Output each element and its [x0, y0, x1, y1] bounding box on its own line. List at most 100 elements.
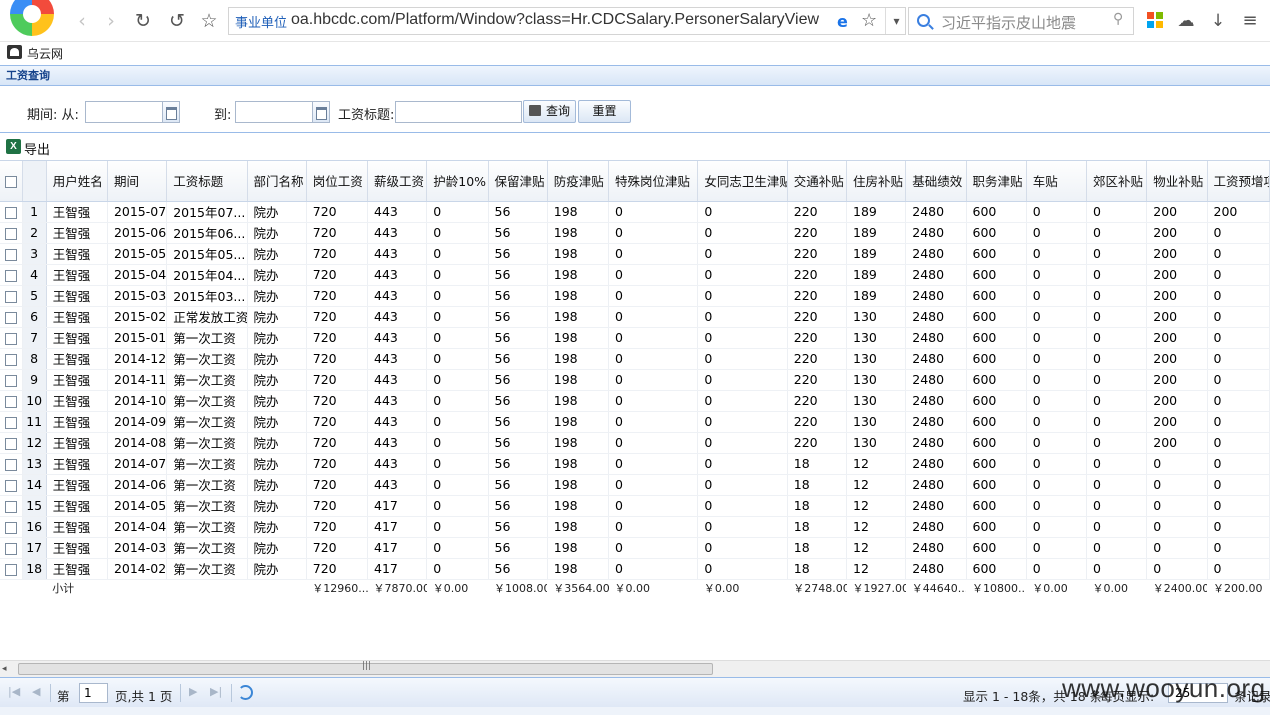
table-cell[interactable]: 王智强	[46, 243, 108, 265]
table-cell[interactable]: 600	[966, 327, 1027, 349]
table-cell[interactable]: 2015年04...	[166, 264, 248, 286]
table-cell[interactable]: 正常发放工资	[166, 306, 248, 328]
table-cell[interactable]: 18	[787, 474, 848, 496]
table-cell[interactable]: 443	[367, 222, 428, 244]
row-checkbox[interactable]	[0, 537, 23, 559]
table-cell[interactable]: 2480	[905, 201, 967, 223]
table-cell[interactable]: 600	[966, 285, 1027, 307]
prev-page-icon[interactable]: ◀	[32, 685, 40, 698]
table-cell[interactable]: 王智强	[46, 390, 108, 412]
table-cell[interactable]: 2480	[905, 243, 967, 265]
table-cell[interactable]: 0	[697, 453, 788, 475]
table-cell[interactable]: 417	[367, 537, 428, 559]
row-checkbox[interactable]	[0, 285, 23, 307]
table-cell[interactable]: 0	[1207, 369, 1270, 391]
column-header[interactable]: 物业补贴	[1146, 161, 1208, 202]
next-page-icon[interactable]: ▶	[189, 685, 197, 698]
table-cell[interactable]: 0	[697, 495, 788, 517]
table-cell[interactable]: 600	[966, 390, 1027, 412]
table-cell[interactable]: 0	[608, 411, 699, 433]
table-cell[interactable]: 0	[697, 201, 788, 223]
table-cell[interactable]: 56	[488, 348, 548, 370]
table-cell[interactable]: 院办	[247, 243, 307, 265]
table-cell[interactable]: 220	[787, 201, 848, 223]
table-cell[interactable]: 2015年06...	[166, 222, 248, 244]
table-cell[interactable]: 院办	[247, 201, 307, 223]
table-cell[interactable]: 0	[1207, 327, 1270, 349]
table-cell[interactable]: 0	[1146, 453, 1208, 475]
table-row[interactable]: 11 王智强 2014-09 第一次工资 院办 720 443 0 56 198 0 0 220 130 2…	[0, 411, 1270, 433]
table-cell[interactable]: 0	[426, 222, 489, 244]
table-cell[interactable]: 720	[306, 264, 369, 286]
table-cell[interactable]: 220	[787, 306, 848, 328]
table-cell[interactable]: 18	[787, 537, 848, 559]
column-header[interactable]: 保留津贴	[488, 161, 548, 202]
table-cell[interactable]: 0	[426, 537, 489, 559]
table-cell[interactable]: 200	[1146, 264, 1208, 286]
table-cell[interactable]: 198	[547, 411, 610, 433]
ie-mode-icon[interactable]: e	[837, 12, 848, 31]
table-cell[interactable]: 130	[846, 306, 907, 328]
undo-icon[interactable]: ↺	[165, 9, 189, 33]
table-cell[interactable]: 12	[846, 474, 907, 496]
table-cell[interactable]: 198	[547, 390, 610, 412]
table-cell[interactable]: 720	[306, 222, 369, 244]
table-cell[interactable]: 2014-04	[107, 516, 168, 538]
table-cell[interactable]: 200	[1146, 411, 1208, 433]
table-cell[interactable]: 0	[1207, 558, 1270, 580]
column-header[interactable]: 薪级工资	[367, 161, 428, 202]
cloud-icon[interactable]: ☁	[1174, 9, 1198, 33]
table-cell[interactable]: 220	[787, 411, 848, 433]
table-cell[interactable]: 院办	[247, 495, 307, 517]
table-cell[interactable]: 56	[488, 516, 548, 538]
download-icon[interactable]: ↓	[1206, 9, 1230, 33]
table-row[interactable]: 12 王智强 2014-08 第一次工资 院办 720 443 0 56 198 0 0 220 130 2…	[0, 432, 1270, 454]
table-cell[interactable]: 443	[367, 243, 428, 265]
checkbox-icon[interactable]	[4, 175, 17, 188]
table-cell[interactable]: 0	[697, 390, 788, 412]
table-cell[interactable]: 院办	[247, 306, 307, 328]
table-cell[interactable]: 2015-02	[107, 306, 168, 328]
table-cell[interactable]: 720	[306, 474, 369, 496]
table-cell[interactable]: 0	[1146, 495, 1208, 517]
row-checkbox[interactable]	[0, 495, 23, 517]
table-cell[interactable]: 2014-08	[107, 432, 168, 454]
table-cell[interactable]: 18	[787, 453, 848, 475]
table-cell[interactable]: 56	[488, 285, 548, 307]
table-cell[interactable]: 院办	[247, 474, 307, 496]
page-number-input[interactable]: 1	[79, 683, 108, 703]
table-cell[interactable]: 0	[608, 327, 699, 349]
table-cell[interactable]: 600	[966, 453, 1027, 475]
table-cell[interactable]: 王智强	[46, 537, 108, 559]
table-row[interactable]: 16 王智强 2014-04 第一次工资 院办 720 417 0 56 198 0 0 18 12 248…	[0, 516, 1270, 538]
table-cell[interactable]: 198	[547, 537, 610, 559]
table-cell[interactable]: 18	[787, 516, 848, 538]
table-cell[interactable]: 0	[608, 369, 699, 391]
table-cell[interactable]: 198	[547, 285, 610, 307]
table-cell[interactable]: 56	[488, 201, 548, 223]
table-cell[interactable]: 王智强	[46, 453, 108, 475]
table-cell[interactable]: 2014-09	[107, 411, 168, 433]
checkbox-icon[interactable]	[4, 374, 17, 387]
table-cell[interactable]: 130	[846, 432, 907, 454]
column-header[interactable]: 用户姓名	[46, 161, 108, 202]
table-cell[interactable]: 王智强	[46, 558, 108, 580]
table-cell[interactable]: 0	[1026, 390, 1088, 412]
table-cell[interactable]: 王智强	[46, 369, 108, 391]
row-checkbox[interactable]	[0, 201, 23, 223]
table-cell[interactable]: 0	[426, 453, 489, 475]
table-cell[interactable]: 院办	[247, 390, 307, 412]
calendar-icon[interactable]	[313, 101, 330, 123]
checkbox-icon[interactable]	[4, 500, 17, 513]
table-cell[interactable]: 443	[367, 390, 428, 412]
table-cell[interactable]: 王智强	[46, 327, 108, 349]
table-cell[interactable]: 56	[488, 453, 548, 475]
table-row[interactable]: 17 王智强 2014-03 第一次工资 院办 720 417 0 56 198 0 0 18 12 248…	[0, 537, 1270, 559]
table-cell[interactable]: 2014-11	[107, 369, 168, 391]
column-header[interactable]: 郊区补贴	[1086, 161, 1148, 202]
table-cell[interactable]: 56	[488, 264, 548, 286]
table-cell[interactable]: 0	[1207, 390, 1270, 412]
table-cell[interactable]: 2015-04	[107, 264, 168, 286]
table-cell[interactable]: 720	[306, 432, 369, 454]
table-cell[interactable]: 0	[1026, 369, 1088, 391]
